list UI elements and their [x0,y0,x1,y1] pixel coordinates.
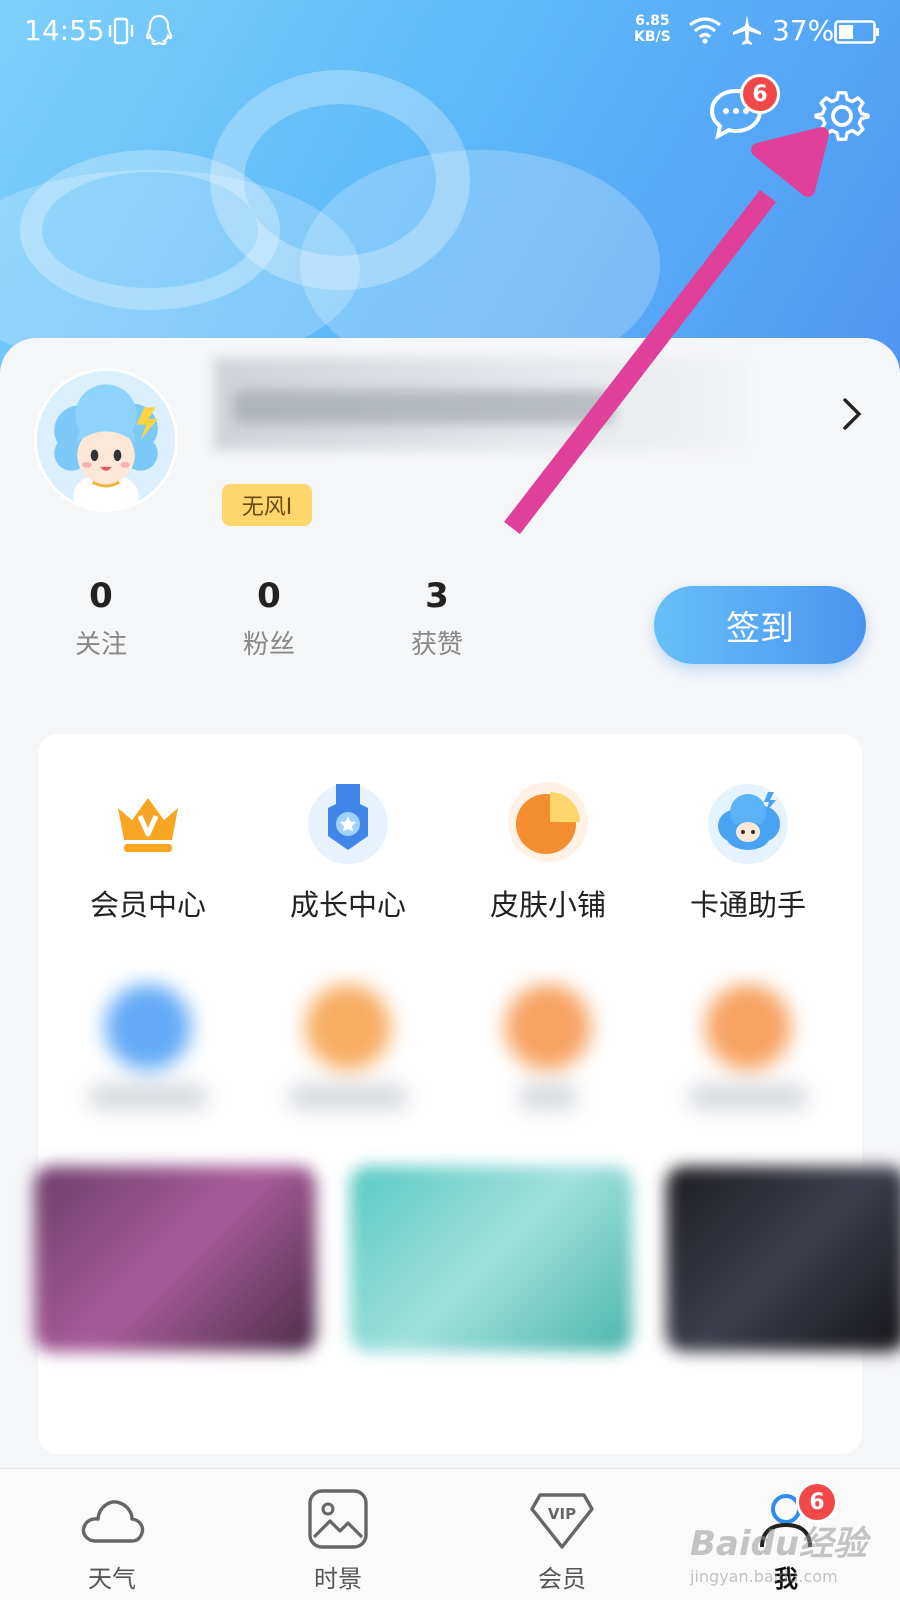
cartoon-cloud-icon [708,784,788,864]
cloud-icon [81,1500,145,1543]
messages-badge: 6 [740,74,780,114]
battery-icon [834,20,879,44]
blurred-icon [305,984,391,1070]
nav-item-scenes[interactable]: 时景 [278,1489,398,1594]
blurred-icon [505,984,591,1070]
service-growth-center[interactable]: 成长中心 [248,780,448,924]
wifi-icon [689,17,721,44]
status-time: 14:55 [24,14,105,47]
service-label: 卡通助手 [689,888,806,922]
stat-likes[interactable]: 3 获赞 [382,576,492,661]
blurred-label [288,1084,408,1110]
swirl-decoration [20,150,280,310]
picture-icon [308,1489,368,1549]
username-blurred [214,358,744,450]
blurred-label [688,1084,808,1110]
nav-label: 天气 [88,1565,136,1593]
vip-icon: VIP [530,1493,594,1549]
chevron-right-icon[interactable] [840,396,864,432]
service-member-center[interactable]: 会员中心 [48,780,248,924]
pie-icon [508,782,588,862]
network-speed: 6.85 KB/S [634,13,671,45]
service-cartoon-assistant[interactable]: 卡通助手 [648,780,848,924]
network-speed-unit: KB/S [634,29,671,45]
stat-following[interactable]: 0 关注 [46,576,156,661]
qq-icon [146,14,172,46]
blurred-label [88,1084,208,1110]
status-bar: 14:55 6.85 KB/S 37% [0,0,900,66]
service-label: 皮肤小铺 [489,888,606,922]
blurred-icon [705,984,791,1070]
vibrate-icon [108,17,134,45]
settings-gear-button[interactable] [814,88,870,144]
service-label: 会员中心 [89,888,206,922]
watermark: Baidu经验 jingyan.baidu.com [690,1516,867,1586]
service-skin-shop[interactable]: 皮肤小铺 [448,780,648,924]
gear-icon [814,91,870,141]
blurred-icon [105,984,191,1070]
stat-label: 关注 [74,630,127,660]
stat-value: 0 [89,576,113,616]
level-badge: 无风I [222,484,312,526]
blurred-services-row [38,944,862,1154]
network-speed-value: 6.85 [635,13,670,29]
svg-text:VIP: VIP [548,1505,576,1523]
nav-label: 时景 [314,1565,362,1593]
airplane-mode-icon [733,15,761,45]
stat-label: 粉丝 [242,630,295,660]
medal-icon [308,784,388,864]
nav-item-member[interactable]: VIP 会员 [502,1489,622,1594]
blurred-banner[interactable] [34,1166,316,1352]
battery-percent: 37% [772,14,835,47]
blurred-label [518,1084,578,1110]
blurred-banner[interactable] [350,1166,632,1352]
avatar[interactable] [34,368,178,512]
stat-value: 0 [257,576,281,616]
watermark-main: Baidu经验 [690,1524,868,1564]
checkin-button[interactable]: 签到 [654,586,866,664]
nav-item-weather[interactable]: 天气 [52,1489,172,1594]
blurred-banner[interactable] [666,1166,900,1352]
service-label: 成长中心 [289,888,406,922]
cartoon-avatar-icon [37,371,175,509]
stat-followers[interactable]: 0 粉丝 [214,576,324,661]
stat-value: 3 [425,576,449,616]
crown-icon [118,798,178,852]
nav-label: 会员 [538,1565,586,1593]
watermark-sub: jingyan.baidu.com [690,1567,838,1586]
stat-label: 获赞 [410,630,463,660]
